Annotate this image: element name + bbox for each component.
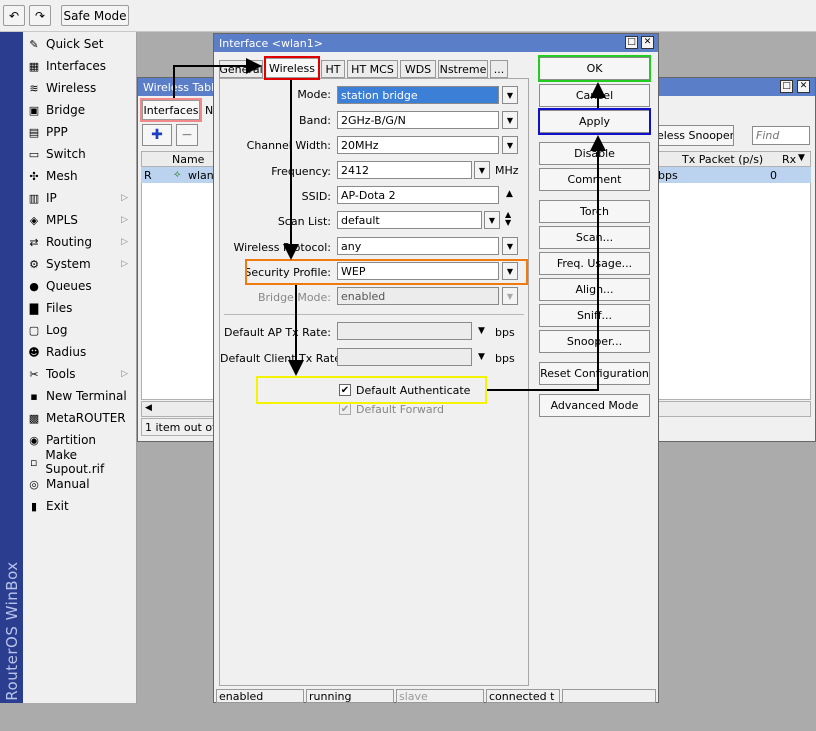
arrow-interfaces-to-wireless bbox=[173, 58, 262, 98]
arrow-authenticate-to-apply bbox=[487, 135, 606, 391]
annotation-arrows bbox=[173, 58, 606, 391]
